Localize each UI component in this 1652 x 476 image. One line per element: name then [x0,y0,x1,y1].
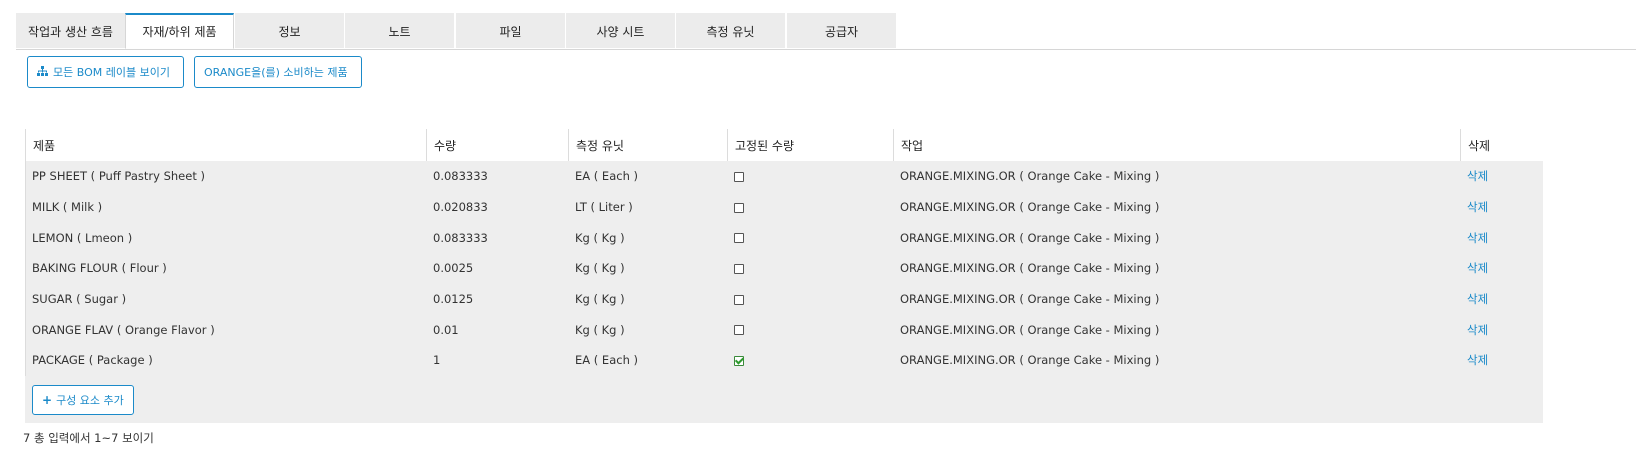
delete-link[interactable]: 삭제 [1467,231,1488,245]
delete-link[interactable]: 삭제 [1467,292,1488,306]
table-row: BAKING FLOUR ( Flour ) 0.0025 Kg ( Kg ) … [25,253,1544,284]
sitemap-icon [37,65,48,79]
product-cell[interactable]: SUGAR ( Sugar ) [25,283,427,315]
tab-spec-sheet[interactable]: 사양 시트 [566,13,675,48]
operation-cell[interactable]: ORANGE.MIXING.OR ( Orange Cake - Mixing … [893,161,1461,192]
column-header-quantity[interactable]: 수량 [426,129,569,161]
fixed-quantity-cell [727,314,894,346]
consuming-products-button[interactable]: ORANGE을(를) 소비하는 제품 [194,56,362,88]
column-header-uom[interactable]: 측정 유닛 [568,129,728,161]
fixed-quantity-cell [727,253,894,284]
materials-table: 제품 수량 측정 유닛 고정된 수량 작업 삭제 PP SHEET ( Puff… [25,129,1544,376]
tab-suppliers[interactable]: 공급자 [787,13,896,48]
delete-cell: 삭제 [1460,283,1544,315]
delete-cell: 삭제 [1460,345,1544,376]
table-row: PACKAGE ( Package ) 1 EA ( Each ) ORANGE… [25,345,1544,376]
table-row: ORANGE FLAV ( Orange Flavor ) 0.01 Kg ( … [25,314,1544,346]
table-header-row: 제품 수량 측정 유닛 고정된 수량 작업 삭제 [25,129,1544,161]
operation-cell[interactable]: ORANGE.MIXING.OR ( Orange Cake - Mixing … [893,222,1461,254]
tab-label: 정보 [278,24,301,39]
column-header-operation[interactable]: 작업 [893,129,1461,161]
tab-notes[interactable]: 노트 [345,13,454,48]
fixed-quantity-checkbox[interactable] [734,263,744,274]
materials-grid: 제품 수량 측정 유닛 고정된 수량 작업 삭제 PP SHEET ( Puff… [25,129,1544,423]
uom-cell[interactable]: Kg ( Kg ) [568,314,728,346]
quantity-cell[interactable]: 0.020833 [426,191,569,223]
delete-cell: 삭제 [1460,314,1544,346]
quantity-cell[interactable]: 0.083333 [426,222,569,254]
uom-cell[interactable]: EA ( Each ) [568,161,728,192]
operation-cell[interactable]: ORANGE.MIXING.OR ( Orange Cake - Mixing … [893,253,1461,284]
delete-link[interactable]: 삭제 [1467,200,1488,214]
delete-cell: 삭제 [1460,191,1544,223]
product-cell[interactable]: MILK ( Milk ) [25,191,427,223]
product-cell[interactable]: PACKAGE ( Package ) [25,345,427,376]
delete-link[interactable]: 삭제 [1467,261,1488,275]
quantity-cell[interactable]: 0.01 [426,314,569,346]
fixed-quantity-cell [727,161,894,192]
product-cell[interactable]: BAKING FLOUR ( Flour ) [25,253,427,284]
tab-label: 공급자 [824,24,859,39]
table-row: SUGAR ( Sugar ) 0.0125 Kg ( Kg ) ORANGE.… [25,283,1544,315]
pagination-summary: 7 총 입력에서 1~7 보이기 [23,431,154,445]
delete-cell: 삭제 [1460,222,1544,254]
tab-units-of-measure[interactable]: 측정 유닛 [676,13,785,48]
operation-cell[interactable]: ORANGE.MIXING.OR ( Orange Cake - Mixing … [893,283,1461,315]
uom-cell[interactable]: EA ( Each ) [568,345,728,376]
tab-bar: 작업과 생산 흐름 자재/하위 제품 정보 노트 파일 사양 시트 측정 유닛 … [16,13,1636,50]
fixed-quantity-cell [727,191,894,223]
table-row: PP SHEET ( Puff Pastry Sheet ) 0.083333 … [25,161,1544,192]
product-cell[interactable]: PP SHEET ( Puff Pastry Sheet ) [25,161,427,192]
table-row: LEMON ( Lmeon ) 0.083333 Kg ( Kg ) ORANG… [25,222,1544,254]
fixed-quantity-cell [727,283,894,315]
add-component-button[interactable]: + 구성 요소 추가 [32,385,134,415]
operation-cell[interactable]: ORANGE.MIXING.OR ( Orange Cake - Mixing … [893,345,1461,376]
tab-files[interactable]: 파일 [456,13,565,48]
fixed-quantity-checkbox[interactable] [734,202,744,213]
add-component-label: 구성 요소 추가 [56,394,124,407]
delete-link[interactable]: 삭제 [1467,169,1488,183]
uom-cell[interactable]: Kg ( Kg ) [568,283,728,315]
quantity-cell[interactable]: 0.0025 [426,253,569,284]
tab-label: 자재/하위 제품 [142,25,217,39]
consuming-products-label: ORANGE을(를) 소비하는 제품 [204,66,348,79]
table-row: MILK ( Milk ) 0.020833 LT ( Liter ) ORAN… [25,191,1544,223]
uom-cell[interactable]: LT ( Liter ) [568,191,728,223]
quantity-cell[interactable]: 0.083333 [426,161,569,192]
fixed-quantity-checkbox[interactable] [734,325,744,336]
quantity-cell[interactable]: 1 [426,345,569,376]
product-cell[interactable]: ORANGE FLAV ( Orange Flavor ) [25,314,427,346]
tab-label: 사양 시트 [596,24,645,39]
show-all-bom-labels-label: 모든 BOM 레이블 보이기 [53,66,170,79]
fixed-quantity-cell [727,345,894,376]
tab-operations-flow[interactable]: 작업과 생산 흐름 [16,13,125,48]
show-all-bom-labels-button[interactable]: 모든 BOM 레이블 보이기 [27,56,184,88]
operation-cell[interactable]: ORANGE.MIXING.OR ( Orange Cake - Mixing … [893,191,1461,223]
fixed-quantity-checkbox[interactable] [734,233,744,244]
fixed-quantity-checkbox[interactable] [734,294,744,305]
column-header-fixed-quantity[interactable]: 고정된 수량 [727,129,894,161]
delete-link[interactable]: 삭제 [1467,323,1488,337]
fixed-quantity-cell [727,222,894,254]
tab-label: 파일 [499,24,522,39]
product-cell[interactable]: LEMON ( Lmeon ) [25,222,427,254]
tab-label: 측정 유닛 [706,24,755,39]
uom-cell[interactable]: Kg ( Kg ) [568,222,728,254]
tab-label: 작업과 생산 흐름 [28,24,113,39]
fixed-quantity-checkbox[interactable] [734,171,744,182]
delete-link[interactable]: 삭제 [1467,353,1488,367]
tab-label: 노트 [388,24,411,39]
operation-cell[interactable]: ORANGE.MIXING.OR ( Orange Cake - Mixing … [893,314,1461,346]
delete-cell: 삭제 [1460,253,1544,284]
tab-materials[interactable]: 자재/하위 제품 [125,13,234,49]
plus-icon: + [42,393,53,407]
delete-cell: 삭제 [1460,161,1544,192]
column-header-delete: 삭제 [1460,129,1544,161]
column-header-product[interactable]: 제품 [25,129,427,161]
uom-cell[interactable]: Kg ( Kg ) [568,253,728,284]
fixed-quantity-checkbox-checked[interactable] [734,355,744,366]
quantity-cell[interactable]: 0.0125 [426,283,569,315]
tab-info[interactable]: 정보 [235,13,344,48]
